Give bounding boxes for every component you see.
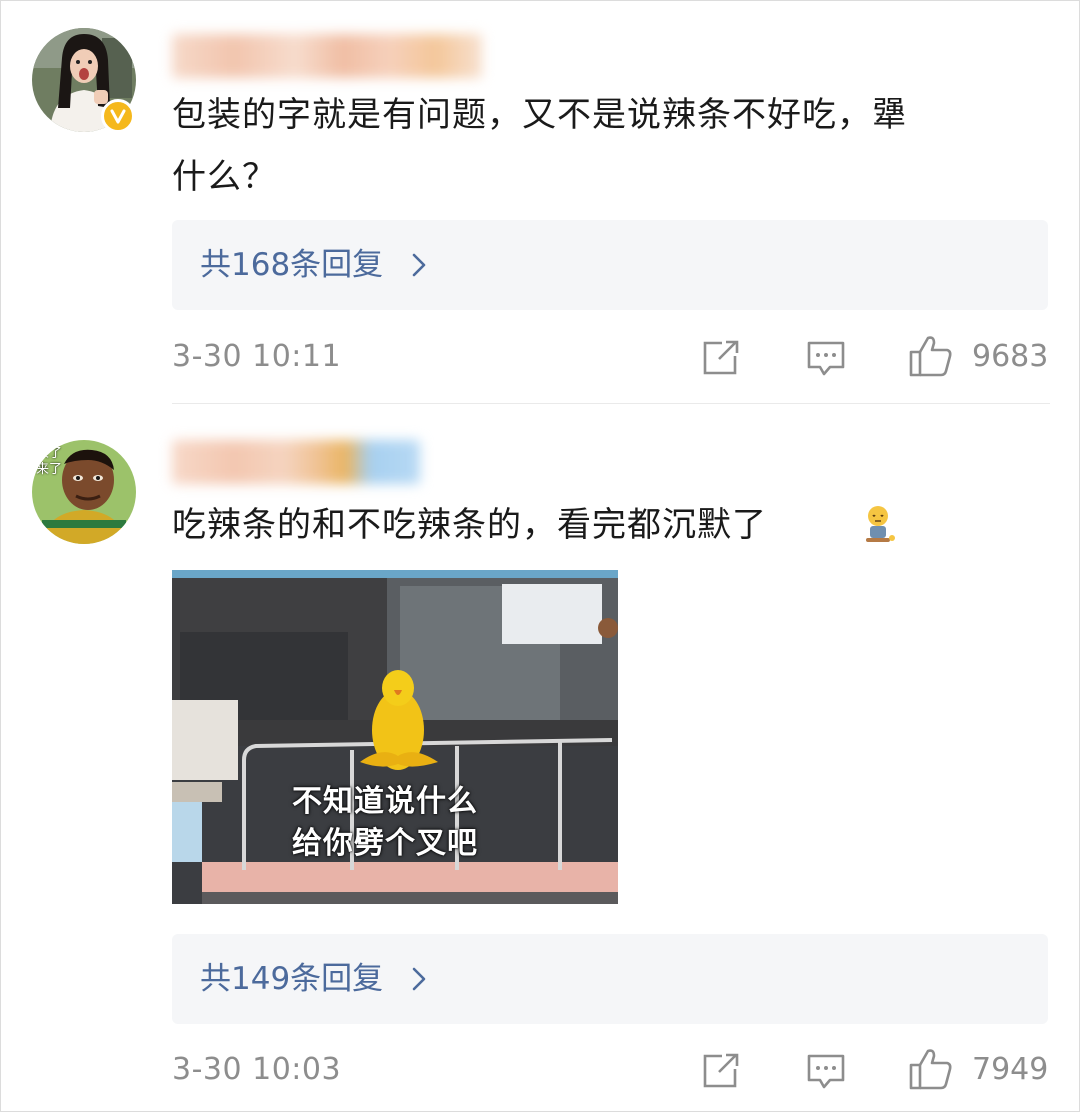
comment-icon[interactable] [806, 340, 846, 378]
like-count: 9683 [972, 339, 1049, 374]
replies-link[interactable]: 共168条回复 [172, 220, 1048, 310]
share-icon[interactable] [702, 1053, 740, 1089]
silent-person-emoji-icon [866, 506, 895, 542]
share-icon[interactable] [702, 340, 740, 376]
meme-caption-line2: 给你劈个叉吧 [292, 826, 478, 861]
meme-image[interactable]: 不知道说什么 给你劈个叉吧 [172, 570, 618, 904]
thumbs-up-icon[interactable] [908, 334, 954, 378]
like-count: 7949 [972, 1052, 1049, 1087]
comment-text-line2: 什么？ [172, 157, 277, 197]
avatar-caption-line2: 来了 [36, 462, 63, 477]
comment-timestamp: 3-30 10:03 [172, 1052, 342, 1087]
replies-count-label: 共149条回复 [200, 961, 384, 997]
avatar[interactable]: 来了 来了 [32, 440, 136, 544]
comment-text-line1: 包装的字就是有问题，又不是说辣条不好吃，犟 [172, 95, 907, 135]
replies-link[interactable]: 共149条回复 [172, 934, 1048, 1024]
replies-count-label: 共168条回复 [200, 247, 384, 283]
comment-text: 吃辣条的和不吃辣条的，看完都沉默了 [172, 505, 767, 545]
chevron-right-icon [412, 967, 426, 991]
comment-timestamp: 3-30 10:11 [172, 339, 342, 374]
avatar-caption: 来了 来了 [36, 446, 62, 478]
meme-caption-line1: 不知道说什么 [292, 784, 478, 819]
thumbs-up-icon[interactable] [908, 1047, 954, 1091]
comment-icon[interactable] [806, 1053, 846, 1091]
chevron-right-icon [412, 253, 426, 277]
verified-badge-icon [101, 99, 135, 133]
avatar-caption-line1: 来了 [36, 446, 63, 461]
comment-divider [172, 403, 1050, 404]
